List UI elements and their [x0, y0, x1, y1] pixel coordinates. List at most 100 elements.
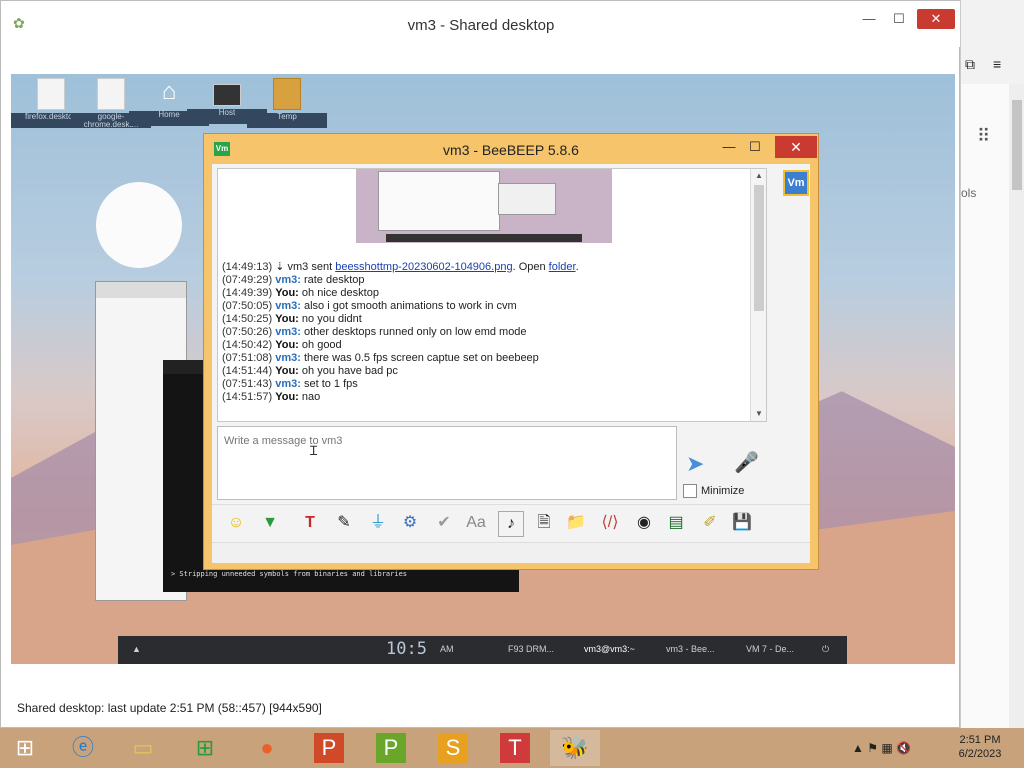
- chat-messages: (14:49:13) ⇣ vm3 sent beesshottmp-202306…: [222, 261, 742, 404]
- remote-task-item-3[interactable]: vm3 - Bee...: [666, 644, 715, 654]
- minimize-checkbox[interactable]: [683, 484, 697, 498]
- remote-clock-ampm: AM: [440, 644, 454, 654]
- internet-explorer-icon[interactable]: ⓔ: [58, 730, 108, 766]
- start-button[interactable]: ⊞: [0, 730, 50, 766]
- chat-file-link[interactable]: beesshottmp-20230602-104906.png: [335, 261, 512, 273]
- chat-line: (07:49:29) vm3: rate desktop: [222, 274, 365, 286]
- restore-icon[interactable]: ⧉: [965, 56, 975, 73]
- message-input-area[interactable]: Ɪ: [217, 426, 677, 500]
- scroll-thumb[interactable]: [754, 185, 764, 311]
- presentation-icon[interactable]: P: [366, 730, 416, 766]
- save-disk-icon[interactable]: 💾: [730, 511, 754, 535]
- music-note-icon[interactable]: ♪: [498, 511, 524, 537]
- home-icon: ⌂: [161, 78, 177, 105]
- outer-close-button[interactable]: ✕: [917, 9, 955, 29]
- clock-time: 2:51 PM: [959, 734, 1001, 746]
- outer-minimize-button[interactable]: —: [853, 9, 885, 29]
- taskbar-clock[interactable]: 2:51 PM 6/2/2023: [952, 733, 1008, 761]
- clock-date: 6/2/2023: [958, 748, 1002, 760]
- beebeep-title-bar[interactable]: Vm vm3 - BeeBEEP 5.8.6 — ☐ ✕: [204, 134, 818, 164]
- word-completer-icon[interactable]: Aa: [464, 511, 488, 535]
- user-avatar[interactable]: Vm: [783, 170, 809, 196]
- system-tray: ▲ ⚑ ▦ 🔇: [852, 741, 911, 755]
- remote-window-titlebar: [96, 282, 186, 298]
- chat-folder-link[interactable]: folder: [549, 261, 576, 273]
- remote-power-icon[interactable]: ⏻: [822, 644, 829, 655]
- text-cursor-icon: Ɪ: [310, 443, 318, 458]
- shared-desktop-icon[interactable]: ▤: [664, 511, 688, 535]
- file-sent-icon: ⇣: [275, 261, 285, 273]
- powerpoint-icon[interactable]: P: [304, 730, 354, 766]
- menu-icon[interactable]: ≡: [993, 56, 1001, 72]
- beebeep-chat-window: Vm vm3 - BeeBEEP 5.8.6 — ☐ ✕ (14:49:13) …: [203, 133, 819, 570]
- browser-text-snippet: ols: [961, 186, 977, 200]
- chat-line: (07:50:05) vm3: also i got smooth animat…: [222, 300, 517, 312]
- tray-chevron-icon[interactable]: ▲: [852, 741, 864, 755]
- outer-window-title: vm3 - Shared desktop: [407, 17, 555, 34]
- outer-title-bar[interactable]: ✿ vm3 - Shared desktop — ☐ ✕: [1, 1, 961, 47]
- chat-line: (07:50:26) vm3: other desktops runned on…: [222, 326, 527, 338]
- store-icon[interactable]: ⊞: [180, 730, 230, 766]
- folder-icon: [273, 78, 301, 110]
- settings-gear-icon[interactable]: ⚙: [398, 511, 422, 535]
- spellcheck-icon[interactable]: ✔: [432, 511, 456, 535]
- send-message-button[interactable]: ➤: [686, 452, 718, 476]
- filter-icon[interactable]: ⏚: [366, 511, 390, 535]
- screenshot-icon[interactable]: ◉: [632, 511, 656, 535]
- computer-icon: [213, 84, 241, 106]
- send-file-folder-icon[interactable]: 📁: [564, 511, 588, 535]
- code-icon[interactable]: ⟨/⟩: [598, 511, 622, 535]
- beebeep-close-button[interactable]: ✕: [775, 136, 817, 158]
- terminal-output-line: > Stripping unneeded symbols from binari…: [171, 570, 408, 578]
- remote-menu-chevron-icon[interactable]: ▲: [132, 644, 141, 654]
- wallpaper-sun: [96, 182, 182, 268]
- beebeep-taskbar-icon[interactable]: 🐝: [550, 730, 600, 766]
- outer-maximize-button[interactable]: ☐: [883, 9, 915, 29]
- remote-clock: 10:5: [386, 639, 427, 659]
- flag-icon[interactable]: ⚑: [867, 741, 878, 755]
- microphone-icon[interactable]: 🎤: [734, 450, 759, 478]
- preview-window: [498, 183, 556, 215]
- chat-line: (14:49:39) You: oh nice desktop: [222, 287, 379, 299]
- beebeep-maximize-button[interactable]: ☐: [744, 138, 766, 158]
- emoticon-icon[interactable]: ☺: [224, 511, 248, 535]
- chat-scrollbar[interactable]: ▲ ▼: [750, 169, 766, 421]
- chat-line: (14:50:42) You: oh good: [222, 339, 342, 351]
- spreadsheet-icon[interactable]: S: [428, 730, 478, 766]
- chat-line: (14:50:25) You: no you didnt: [222, 313, 362, 325]
- chat-toolbar: ☺ ▼ T ✎ ⏚ ⚙ ✔ Aa ♪ 🗎 📁 ⟨/⟩ ◉ ▤ ✐ 💾: [212, 504, 810, 541]
- save-chat-icon[interactable]: 🗎: [532, 511, 556, 535]
- background-browser-window: ⧉ ≡ ⠿ ols: [960, 0, 1024, 728]
- firefox-icon[interactable]: ●: [242, 730, 292, 766]
- beebeep-minimize-button[interactable]: —: [718, 138, 740, 158]
- file-icon: [37, 78, 65, 110]
- beebeep-statusbar: [212, 542, 810, 563]
- remote-task-item-1[interactable]: F93 DRM...: [508, 644, 554, 654]
- volume-muted-icon[interactable]: 🔇: [896, 741, 911, 755]
- screenshot-preview-image[interactable]: [356, 169, 612, 243]
- chat-file-line: (14:49:13) ⇣ vm3 sent beesshottmp-202306…: [222, 261, 579, 273]
- chat-line: (07:51:08) vm3: there was 0.5 fps screen…: [222, 352, 539, 364]
- message-input[interactable]: [222, 431, 666, 451]
- chat-line: (14:51:44) You: oh you have bad pc: [222, 365, 398, 377]
- browser-scrollbar[interactable]: [1009, 84, 1024, 728]
- remote-task-item-2[interactable]: vm3@vm3:~: [584, 644, 635, 654]
- file-icon: [97, 78, 125, 110]
- preview-window: [378, 171, 500, 231]
- text-document-icon[interactable]: T: [490, 730, 540, 766]
- scroll-up-arrow-icon[interactable]: ▲: [751, 169, 766, 183]
- apps-grid-icon[interactable]: ⠿: [977, 126, 990, 147]
- edit-note-icon[interactable]: ✐: [698, 511, 722, 535]
- font-color-icon[interactable]: ✎: [332, 511, 356, 535]
- remote-task-item-4[interactable]: VM 7 - De...: [746, 644, 794, 654]
- file-explorer-icon[interactable]: ▭: [118, 730, 168, 766]
- windows-taskbar: ⊞ ⓔ ▭ ⊞ ● P P S T 🐝 ▲ ⚑ ▦ 🔇 2:51 PM 6/2/…: [0, 728, 1024, 768]
- preview-taskbar: [386, 234, 582, 242]
- shared-desktop-status: Shared desktop: last update 2:51 PM (58:…: [17, 701, 322, 715]
- font-style-icon[interactable]: T: [298, 511, 322, 535]
- desktop-icon-temp[interactable]: Temp: [247, 78, 327, 128]
- network-icon[interactable]: ▦: [881, 741, 892, 755]
- scroll-down-arrow-icon[interactable]: ▼: [751, 407, 766, 421]
- chat-history[interactable]: (14:49:13) ⇣ vm3 sent beesshottmp-202306…: [217, 168, 767, 422]
- emoticon-dropdown-icon[interactable]: ▼: [258, 511, 282, 535]
